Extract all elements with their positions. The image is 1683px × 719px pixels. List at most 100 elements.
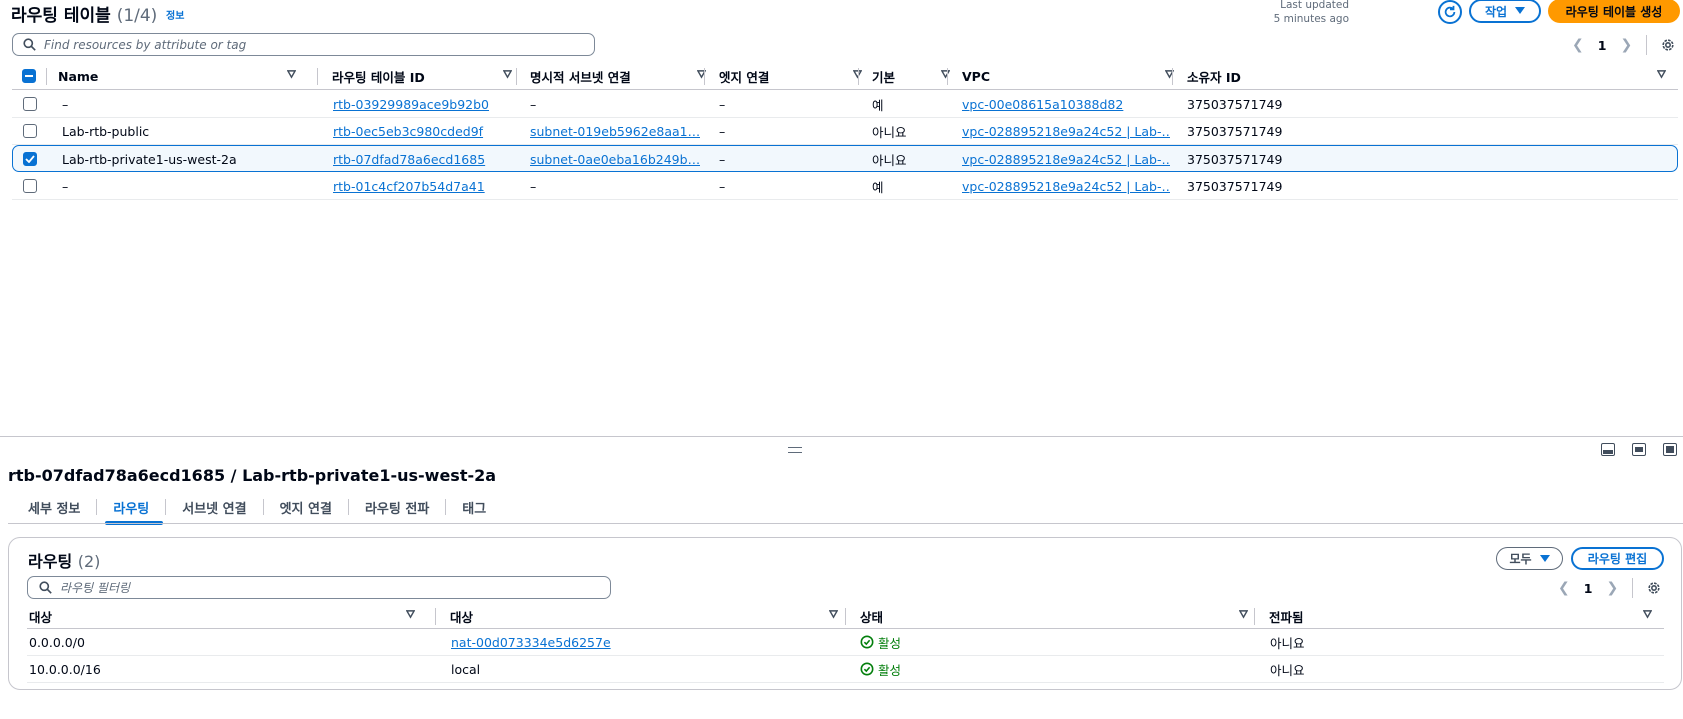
prev-page-icon[interactable]: ❮ bbox=[1558, 580, 1570, 596]
col-main[interactable]: 기본 bbox=[872, 62, 962, 90]
col-explicit-subnet[interactable]: 명시적 서브넷 연결 bbox=[530, 62, 718, 90]
col-edge[interactable]: 엣지 연결 bbox=[719, 62, 874, 90]
actions-button[interactable]: 작업 bbox=[1469, 0, 1541, 23]
refresh-icon bbox=[1444, 5, 1456, 18]
resource-search[interactable] bbox=[12, 33, 595, 56]
cell-edge: – bbox=[719, 151, 726, 167]
sort-icon bbox=[829, 610, 838, 619]
row-checkbox[interactable] bbox=[23, 146, 37, 172]
col-destination-label: 대상 bbox=[29, 609, 53, 625]
route-filter-input[interactable] bbox=[60, 580, 580, 595]
pane-bottom-icon[interactable] bbox=[1601, 443, 1615, 456]
cell-name: Lab-rtb-private1-us-west-2a bbox=[62, 151, 237, 167]
routes-pagination: ❮ 1 ❯ bbox=[1558, 578, 1661, 598]
vpc-link[interactable]: vpc-028895218e9a24c52 | Lab-… bbox=[962, 118, 1170, 144]
search-icon bbox=[23, 38, 36, 51]
col-route-table-id-label: 라우팅 테이블 ID bbox=[332, 69, 425, 85]
route-status: 활성 bbox=[860, 656, 1160, 682]
tab-details[interactable]: 세부 정보 bbox=[12, 492, 96, 522]
gear-icon[interactable] bbox=[1661, 38, 1675, 52]
row-checkbox[interactable] bbox=[23, 118, 37, 144]
vpc-link[interactable]: vpc-028895218e9a24c52 | Lab-… bbox=[962, 173, 1170, 199]
route-destination: 10.0.0.0/16 bbox=[29, 661, 101, 677]
edit-routes-button[interactable]: 라우팅 편집 bbox=[1571, 547, 1664, 570]
table-row[interactable]: – rtb-01c4cf207b54d7a41 – – 예 vpc-028895… bbox=[12, 173, 1678, 200]
table-row[interactable]: – rtb-03929989ace9b92b0 – – 예 vpc-00e086… bbox=[12, 91, 1678, 118]
route-destination: 0.0.0.0/0 bbox=[29, 634, 85, 650]
col-name-label: Name bbox=[58, 68, 99, 84]
col-main-label: 기본 bbox=[872, 69, 896, 85]
route-status-text: 활성 bbox=[878, 662, 902, 678]
vpc-link[interactable]: vpc-00e08615a10388d82 bbox=[962, 91, 1170, 117]
cell-subnet: – bbox=[530, 178, 537, 194]
col-name[interactable]: Name bbox=[58, 62, 308, 90]
cell-owner: 375037571749 bbox=[1187, 151, 1283, 167]
col-owner-id[interactable]: 소유자 ID bbox=[1187, 62, 1678, 90]
col-target-label: 대상 bbox=[450, 609, 474, 625]
last-updated-label: Last updated bbox=[1280, 0, 1349, 11]
route-row: 10.0.0.0/16 local 활성 아니요 bbox=[27, 656, 1664, 683]
route-filter-dropdown[interactable]: 모두 bbox=[1496, 547, 1563, 570]
table-row-selected[interactable]: Lab-rtb-private1-us-west-2a rtb-07dfad78… bbox=[12, 145, 1678, 172]
next-page-icon[interactable]: ❯ bbox=[1620, 37, 1632, 53]
col-explicit-subnet-label: 명시적 서브넷 연결 bbox=[530, 69, 631, 85]
col-destination[interactable]: 대상 bbox=[29, 602, 427, 630]
routes-count: (2) bbox=[77, 552, 101, 571]
select-all-checkbox[interactable] bbox=[22, 62, 42, 90]
search-input[interactable] bbox=[44, 37, 564, 52]
route-table-id-link[interactable]: rtb-0ec5eb3c980cded9f bbox=[333, 118, 518, 144]
page-number[interactable]: 1 bbox=[1584, 581, 1593, 596]
col-vpc-label: VPC bbox=[962, 68, 991, 84]
route-table-id-link[interactable]: rtb-01c4cf207b54d7a41 bbox=[333, 173, 518, 199]
cell-owner: 375037571749 bbox=[1187, 178, 1283, 194]
cell-main: 아니요 bbox=[872, 152, 907, 168]
detail-title: rtb-07dfad78a6ecd1685 / Lab-rtb-private1… bbox=[8, 466, 497, 485]
page-number[interactable]: 1 bbox=[1598, 38, 1607, 53]
sort-icon bbox=[1643, 610, 1652, 619]
resize-handle-icon[interactable] bbox=[788, 447, 802, 453]
search-icon bbox=[39, 581, 52, 594]
subnet-link[interactable]: subnet-0ae0eba16b249b… bbox=[530, 146, 700, 172]
cell-edge: – bbox=[719, 96, 726, 112]
tab-tags[interactable]: 태그 bbox=[446, 492, 502, 522]
create-route-table-button[interactable]: 라우팅 테이블 생성 bbox=[1548, 0, 1680, 23]
route-row: 0.0.0.0/0 nat-00d073334e5d6257e 활성 아니요 bbox=[27, 629, 1664, 656]
table-row[interactable]: Lab-rtb-public rtb-0ec5eb3c980cded9f sub… bbox=[12, 118, 1678, 145]
gear-icon[interactable] bbox=[1647, 581, 1661, 595]
route-propagated: 아니요 bbox=[1270, 662, 1305, 678]
tab-routes[interactable]: 라우팅 bbox=[97, 492, 165, 525]
col-propagated[interactable]: 전파됨 bbox=[1269, 602, 1664, 630]
success-icon bbox=[860, 662, 874, 676]
col-target[interactable]: 대상 bbox=[450, 602, 850, 630]
info-link[interactable]: 정보 bbox=[166, 7, 184, 22]
selection-count: (1/4) bbox=[116, 6, 158, 26]
sort-icon bbox=[941, 70, 950, 79]
subnet-link[interactable]: subnet-019eb5962e8aa1… bbox=[530, 118, 700, 144]
refresh-button[interactable] bbox=[1438, 0, 1462, 24]
route-status: 활성 bbox=[860, 629, 1160, 655]
pane-side-icon[interactable] bbox=[1632, 443, 1646, 456]
tab-route-propagation[interactable]: 라우팅 전파 bbox=[349, 492, 445, 522]
last-updated-value: 5 minutes ago bbox=[1273, 13, 1349, 25]
row-checkbox[interactable] bbox=[23, 173, 37, 199]
row-checkbox[interactable] bbox=[23, 91, 37, 117]
route-table-id-link[interactable]: rtb-07dfad78a6ecd1685 bbox=[333, 146, 518, 172]
pane-full-icon[interactable] bbox=[1663, 443, 1677, 456]
check-icon bbox=[25, 155, 35, 163]
col-route-table-id[interactable]: 라우팅 테이블 ID bbox=[332, 62, 524, 90]
sort-icon bbox=[503, 70, 512, 79]
next-page-icon[interactable]: ❯ bbox=[1606, 580, 1618, 596]
tab-subnet-associations[interactable]: 서브넷 연결 bbox=[166, 492, 262, 522]
detail-tabs: 세부 정보 라우팅 서브넷 연결 엣지 연결 라우팅 전파 태그 bbox=[12, 492, 502, 525]
route-filter-search[interactable] bbox=[27, 576, 611, 599]
cell-owner: 375037571749 bbox=[1187, 96, 1283, 112]
cell-name: – bbox=[62, 178, 69, 194]
tab-edge-associations[interactable]: 엣지 연결 bbox=[264, 492, 348, 522]
prev-page-icon[interactable]: ❮ bbox=[1572, 37, 1584, 53]
col-status[interactable]: 상태 bbox=[860, 602, 1260, 630]
vpc-link[interactable]: vpc-028895218e9a24c52 | Lab-… bbox=[962, 146, 1170, 172]
col-owner-id-label: 소유자 ID bbox=[1187, 69, 1241, 85]
col-vpc[interactable]: VPC bbox=[962, 62, 1186, 90]
route-target-link[interactable]: nat-00d073334e5d6257e bbox=[451, 629, 831, 655]
route-table-id-link[interactable]: rtb-03929989ace9b92b0 bbox=[333, 91, 518, 117]
